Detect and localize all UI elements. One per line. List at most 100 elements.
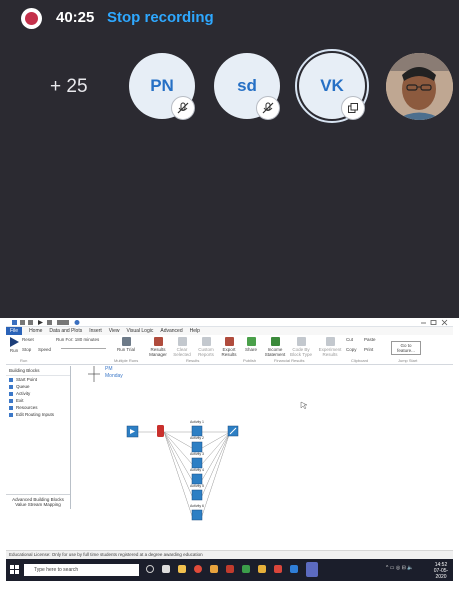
participant-video[interactable]	[386, 53, 453, 120]
activity-label: Activity 3	[190, 452, 205, 456]
file-explorer-icon[interactable]	[178, 565, 186, 573]
menu-home[interactable]: Home	[29, 328, 42, 334]
clear-icon	[177, 337, 187, 346]
value-stream-tab[interactable]: Value Stream Mapping	[6, 502, 70, 507]
menu-visual-logic[interactable]: Visual Logic	[126, 328, 153, 334]
window-titlebar	[6, 318, 453, 327]
reset-button[interactable]: Reset	[22, 337, 34, 342]
results-manager-button[interactable]: Results Manager	[147, 337, 169, 357]
menu-data-and-plots[interactable]: Data and Plots	[49, 328, 82, 334]
print-button[interactable]: Print	[364, 347, 373, 352]
report-icon	[201, 337, 211, 346]
app-icon[interactable]	[226, 565, 234, 573]
queue-icon	[157, 425, 164, 437]
activity-4-icon	[191, 473, 203, 485]
ribbon-group-run: Run	[20, 358, 28, 363]
ribbon-group-multiple-runs: Multiple Runs	[114, 358, 139, 363]
experiment-results-button[interactable]: Experiment Results	[318, 337, 342, 357]
app-icon[interactable]	[274, 565, 282, 573]
activity-5-icon	[191, 489, 203, 501]
task-view-icon[interactable]	[162, 565, 170, 573]
ribbon-group-results: Results	[186, 358, 200, 363]
recording-time: 40:25	[56, 9, 95, 26]
menu-view[interactable]: View	[109, 328, 120, 334]
status-bar: Educational License: Only for use by ful…	[6, 550, 453, 559]
export-results-button[interactable]: Export Results	[219, 337, 239, 357]
app-icon[interactable]	[210, 565, 218, 573]
cut-button[interactable]: Cut	[346, 337, 353, 342]
clear-selected-button[interactable]: Clear Selected	[172, 337, 192, 357]
shared-screen: File Home Data and Plots Insert View Vis…	[6, 318, 453, 581]
run-for-field[interactable]: Run For: 180 minutes	[56, 337, 99, 342]
activity-label: Activity 5	[190, 484, 205, 488]
call-window: 40:25 Stop recording + 25 PN sd VK	[0, 0, 459, 318]
block-edit-routing[interactable]: Edit Routing Inputs	[6, 411, 70, 418]
menu-help[interactable]: Help	[190, 328, 200, 334]
block-resources[interactable]: Resources	[6, 404, 70, 411]
block-activity[interactable]: Activity	[6, 390, 70, 397]
ribbon: Run Reset Run For: 180 minutes Stop Spee…	[6, 335, 453, 365]
speed-slider[interactable]: Speed	[38, 347, 51, 352]
menu-advanced[interactable]: Advanced	[160, 328, 182, 334]
block-queue[interactable]: Queue	[6, 383, 70, 390]
play-icon	[10, 337, 19, 347]
windows-start-icon[interactable]	[10, 565, 19, 574]
menu-file[interactable]: File	[6, 327, 23, 335]
run-button[interactable]: Run	[8, 337, 20, 353]
taskbar-clock[interactable]: 14:52 07-05-2020	[429, 562, 453, 580]
screen: 40:25 Stop recording + 25 PN sd VK File …	[0, 0, 459, 595]
building-blocks-panel: Building Blocks Start Point Queue Activi…	[6, 366, 71, 509]
activity-3-icon	[191, 457, 203, 469]
ribbon-group-clipboard: Clipboard	[351, 358, 369, 363]
block-start-point[interactable]: Start Point	[6, 376, 70, 383]
copy-button[interactable]: Copy	[346, 347, 357, 352]
export-icon	[224, 337, 234, 346]
window-icon	[341, 96, 365, 120]
activity-label: Activity 4	[190, 468, 205, 472]
app-icon[interactable]	[290, 565, 298, 573]
mic-off-icon	[256, 96, 280, 120]
window-controls-icon[interactable]	[419, 319, 449, 326]
run-trial-icon	[121, 337, 131, 346]
share-button[interactable]: Share	[242, 337, 260, 352]
mouse-cursor-icon	[300, 401, 308, 410]
go-to-feature-input[interactable]: Go to feature...	[391, 341, 421, 355]
menu-insert[interactable]: Insert	[89, 328, 102, 334]
panel-header: Building Blocks	[6, 366, 70, 376]
model-canvas[interactable]: PM Monday Activity 1 Activity 2 Activity…	[72, 366, 453, 550]
speed-track[interactable]	[61, 348, 106, 349]
code-icon	[296, 337, 306, 346]
run-trial-button[interactable]: Run Trial	[117, 337, 135, 352]
app-icon[interactable]	[258, 565, 266, 573]
custom-reports-button[interactable]: Custom Reports	[195, 337, 217, 357]
activity-2-icon	[191, 441, 203, 453]
ribbon-group-financial: Financial Results	[274, 358, 305, 363]
search-placeholder: Type here to search	[34, 567, 79, 573]
quick-access-icons	[12, 320, 80, 325]
active-app-icon[interactable]	[306, 562, 318, 577]
activity-label: Activity 6	[190, 504, 205, 508]
experiment-icon	[325, 337, 335, 346]
taskbar-search-input[interactable]: Type here to search	[24, 564, 139, 576]
income-statement-button[interactable]: Income Statement	[264, 337, 286, 357]
system-tray-icons[interactable]: ^ ▭ ◎ ⊟ 🔈	[386, 565, 413, 571]
stop-button[interactable]: Stop	[22, 347, 31, 352]
panel-footer: Advanced Building Blocks Value Stream Ma…	[6, 494, 70, 509]
taskbar-date: 07-05-2020	[433, 568, 449, 580]
app-icon[interactable]	[242, 565, 250, 573]
process-flow-diagram[interactable]	[72, 366, 453, 550]
more-participants-count[interactable]: + 25	[50, 76, 88, 98]
windows-taskbar: Type here to search ^ ▭ ◎ ⊟ 🔈 14:52 07-0…	[6, 559, 453, 581]
results-manager-icon	[153, 337, 163, 346]
block-exit[interactable]: Exit	[6, 397, 70, 404]
chrome-icon[interactable]	[194, 565, 202, 573]
record-indicator-icon[interactable]	[21, 8, 42, 29]
code-by-block-button[interactable]: Code By Block Type	[289, 337, 313, 357]
cortana-icon[interactable]	[146, 565, 154, 573]
ribbon-group-jump-start: Jump Start	[398, 358, 418, 363]
participant-initials: VK	[320, 76, 344, 95]
activity-6-icon	[191, 509, 203, 521]
share-icon	[246, 337, 256, 346]
stop-recording-button[interactable]: Stop recording	[107, 9, 214, 26]
paste-button[interactable]: Paste	[364, 337, 376, 342]
